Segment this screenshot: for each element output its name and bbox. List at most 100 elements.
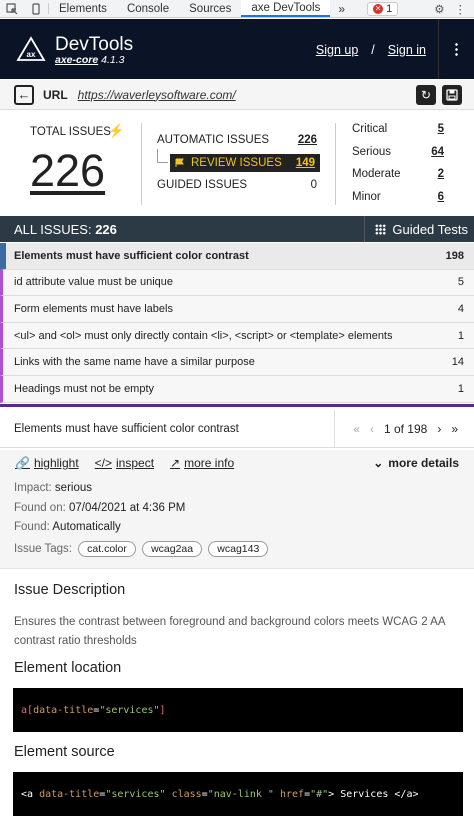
list-item[interactable]: <ul> and <ol> must only directly contain… bbox=[0, 322, 474, 350]
more-info-label: more info bbox=[184, 456, 235, 470]
chevron-down-icon: ⌄ bbox=[373, 456, 384, 470]
inspect-element-icon[interactable] bbox=[0, 0, 24, 17]
issue-name: Form elements must have labels bbox=[14, 302, 173, 315]
highlight-button[interactable]: 🔗 highlight bbox=[15, 456, 79, 470]
review-issues-filter[interactable]: REVIEW ISSUES 149 bbox=[170, 154, 320, 172]
tab-sources[interactable]: Sources bbox=[179, 0, 241, 17]
summary-divider bbox=[141, 123, 142, 205]
code-close: </a> bbox=[394, 788, 419, 800]
external-link-icon: ↗ bbox=[170, 456, 181, 470]
app-header: ax DevTools axe-core 4.1.3 Sign up / Sig… bbox=[0, 19, 474, 79]
guided-tests-button[interactable]: Guided Tests bbox=[364, 216, 474, 242]
severity-minor-count[interactable]: 6 bbox=[438, 191, 444, 203]
element-source-code[interactable]: <a data-title = "services" class = "nav-link… bbox=[13, 772, 463, 816]
automatic-issues-label: AUTOMATIC ISSUES bbox=[157, 134, 270, 146]
all-issues-bar: ALL ISSUES: 226 Guided Tests bbox=[0, 216, 474, 242]
tag-chip: cat.color bbox=[78, 541, 136, 557]
issues-list: Elements must have sufficient color cont… bbox=[0, 243, 474, 407]
total-issues-count[interactable]: 226 bbox=[30, 145, 105, 197]
engine-link[interactable]: axe-core bbox=[55, 54, 98, 66]
tab-axe-devtools[interactable]: axe DevTools bbox=[241, 0, 331, 17]
rescan-button[interactable]: ↻ bbox=[416, 84, 436, 105]
back-button[interactable]: ← bbox=[14, 84, 34, 105]
issue-name: Links with the same name have a similar … bbox=[14, 356, 255, 369]
code-text: Services bbox=[334, 788, 395, 800]
url-label: URL bbox=[43, 87, 68, 102]
issue-description-panel: Issue Description Ensures the contrast b… bbox=[0, 568, 474, 817]
element-source-heading: Element source bbox=[14, 744, 115, 760]
code-string: "services" bbox=[105, 788, 166, 800]
url-bar: ← URL https://waverleysoftware.com/ ↻ bbox=[0, 80, 474, 110]
issue-tags-label: Issue Tags: bbox=[14, 543, 72, 555]
code-attr: data-title bbox=[33, 704, 94, 716]
guided-tests-label: Guided Tests bbox=[392, 221, 468, 237]
device-toolbar-icon[interactable] bbox=[24, 0, 48, 17]
more-tabs-button[interactable]: » bbox=[330, 0, 353, 17]
error-count: 1 bbox=[386, 3, 393, 15]
total-issues-label: TOTAL ISSUES bbox=[30, 126, 111, 138]
save-button[interactable] bbox=[442, 84, 462, 105]
last-page-icon[interactable]: » bbox=[451, 422, 458, 436]
issue-summary: TOTAL ISSUES ⚡ 226 AUTOMATIC ISSUES 226 … bbox=[0, 111, 474, 215]
inspect-button[interactable]: </> inspect bbox=[95, 456, 154, 470]
tag-chip: wcag143 bbox=[208, 541, 269, 557]
inspect-label: inspect bbox=[116, 456, 155, 470]
kebab-icon bbox=[455, 42, 458, 56]
sign-up-link[interactable]: Sign up bbox=[316, 43, 358, 57]
severity-minor-label: Minor bbox=[352, 191, 381, 203]
issue-detail-header: Elements must have sufficient color cont… bbox=[0, 409, 474, 448]
more-info-button[interactable]: ↗ more info bbox=[170, 456, 234, 470]
first-page-icon[interactable]: « bbox=[353, 422, 360, 436]
issue-count: 1 bbox=[457, 329, 464, 342]
devtools-menu-icon[interactable]: ⋮ bbox=[455, 2, 467, 16]
issue-name: <ul> and <ol> must only directly contain… bbox=[14, 329, 393, 342]
severity-serious-label: Serious bbox=[352, 146, 391, 158]
selected-issue-title: Elements must have sufficient color cont… bbox=[14, 422, 239, 435]
auth-separator: / bbox=[371, 43, 375, 57]
next-page-icon[interactable]: › bbox=[437, 422, 441, 436]
settings-gear-icon[interactable]: ⚙ bbox=[434, 2, 444, 16]
severity-moderate-label: Moderate bbox=[352, 168, 401, 180]
tab-elements[interactable]: Elements bbox=[49, 0, 117, 17]
svg-text:ax: ax bbox=[27, 50, 36, 59]
pager: « ‹ 1 of 198 › » bbox=[334, 409, 474, 448]
link-icon: 🔗 bbox=[15, 456, 30, 470]
impact-value: serious bbox=[54, 482, 92, 494]
severity-critical-count[interactable]: 5 bbox=[438, 123, 444, 135]
element-location-code[interactable]: a[data-title = "services"] bbox=[13, 688, 463, 732]
sign-in-link[interactable]: Sign in bbox=[388, 43, 426, 57]
code-string: "nav-link " bbox=[207, 788, 274, 800]
tag-chip: wcag2aa bbox=[142, 541, 203, 557]
code-string: "#" bbox=[310, 788, 329, 800]
code-open: <a bbox=[21, 788, 40, 800]
code-bracket: ] bbox=[159, 704, 166, 716]
impact-label: Impact: bbox=[14, 482, 52, 494]
guided-issues-count: 0 bbox=[310, 179, 317, 191]
error-icon: ✕ bbox=[373, 4, 384, 14]
severity-serious-count[interactable]: 64 bbox=[431, 146, 444, 158]
list-item[interactable]: Form elements must have labels 4 bbox=[0, 296, 474, 323]
auth-links: Sign up / Sign in bbox=[316, 43, 426, 57]
error-counter[interactable]: ✕ 1 bbox=[367, 2, 399, 16]
pager-text: 1 of 198 bbox=[383, 421, 428, 436]
issue-name: Headings must not be empty bbox=[14, 382, 155, 395]
found-label: Found: bbox=[14, 521, 50, 533]
app-menu-button[interactable] bbox=[438, 19, 474, 79]
list-item[interactable]: Headings must not be empty 1 bbox=[0, 375, 474, 403]
list-item[interactable]: id attribute value must be unique 5 bbox=[0, 269, 474, 297]
more-details-toggle[interactable]: ⌄ more details bbox=[373, 456, 459, 470]
automatic-issues-count[interactable]: 226 bbox=[290, 134, 317, 146]
url-value[interactable]: https://waverleysoftware.com/ bbox=[78, 88, 236, 102]
issue-count: 14 bbox=[451, 356, 464, 369]
list-item[interactable]: Elements must have sufficient color cont… bbox=[0, 243, 474, 270]
found-on-value: 07/04/2021 at 4:36 PM bbox=[69, 502, 186, 514]
tab-console[interactable]: Console bbox=[117, 0, 179, 17]
issue-meta: Impact: serious Found on: 07/04/2021 at … bbox=[0, 476, 474, 568]
issue-name: id attribute value must be unique bbox=[14, 276, 173, 289]
all-issues-heading: ALL ISSUES: 226 bbox=[14, 222, 117, 237]
list-item[interactable]: Links with the same name have a similar … bbox=[0, 349, 474, 376]
code-string: "services" bbox=[99, 704, 160, 716]
previous-page-icon[interactable]: ‹ bbox=[370, 422, 374, 436]
severity-moderate-count[interactable]: 2 bbox=[438, 168, 444, 180]
severity-critical-label: Critical bbox=[352, 123, 388, 135]
